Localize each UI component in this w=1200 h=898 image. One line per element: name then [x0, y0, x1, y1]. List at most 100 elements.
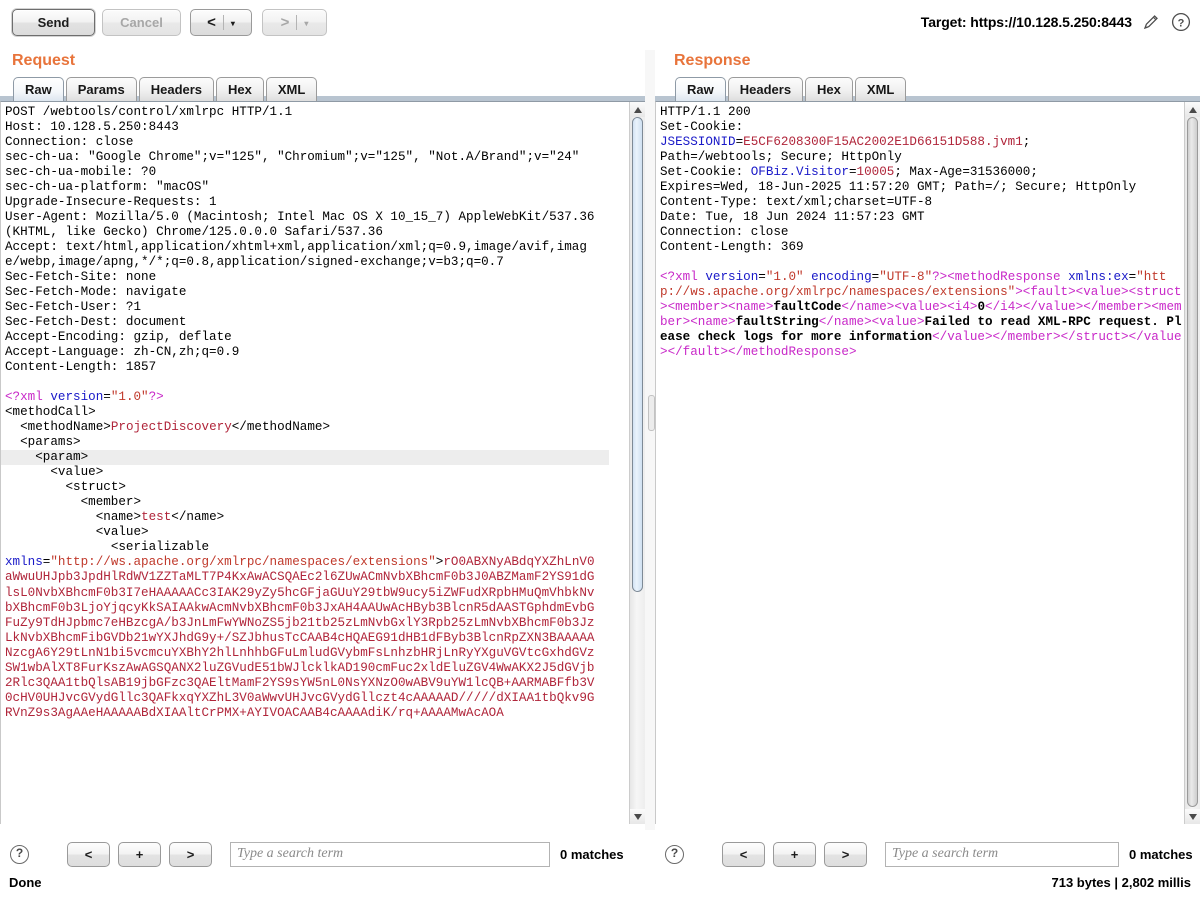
tab-request-headers[interactable]: Headers	[138, 77, 215, 101]
request-scroll-thumb[interactable]	[632, 117, 643, 592]
response-search-prev-button[interactable]: <	[722, 841, 765, 867]
xml-decl-eq: =	[103, 390, 111, 405]
response-content-type: Content-Type: text/xml;charset=UTF-8	[660, 195, 933, 210]
request-scroll-track[interactable]	[630, 117, 645, 809]
response-raw-text[interactable]: HTTP/1.1 200 Set-Cookie: JSESSIONID=E5CF…	[660, 105, 1185, 360]
resp-decl-open: <?xml	[660, 270, 706, 285]
tab-request-xml[interactable]: XML	[265, 77, 318, 101]
request-panel: Request Raw Params Headers Hex XML POST …	[0, 50, 645, 824]
jsessionid-key: JSESSIONID	[660, 135, 736, 150]
val2-open: <value>	[871, 315, 925, 330]
request-viewer[interactable]: POST /webtools/control/xmlrpc HTTP/1.1 H…	[0, 101, 645, 824]
response-search-add-button[interactable]: +	[773, 841, 816, 867]
resp-decl-encoding-attr: encoding	[803, 270, 872, 285]
struct-open: <struct>	[5, 480, 126, 495]
response-search-input[interactable]	[885, 841, 1119, 867]
pencil-icon[interactable]	[1141, 12, 1161, 32]
val2-close: </value>	[932, 330, 993, 345]
member2-close: </member>	[992, 330, 1061, 345]
history-forward-button[interactable]: > ▾	[262, 9, 327, 36]
status-text: Done	[9, 875, 42, 890]
question-icon[interactable]: ?	[665, 844, 684, 864]
resp-decl-version-attr: version	[705, 270, 759, 285]
i4-close: </i4>	[985, 300, 1023, 315]
target-area: Target: https://10.128.5.250:8443 ?	[921, 9, 1192, 35]
response-connection: Connection: close	[660, 225, 789, 240]
question-icon[interactable]: ?	[10, 844, 29, 864]
tab-response-raw[interactable]: Raw	[675, 77, 726, 101]
request-search-next-button[interactable]: >	[169, 841, 212, 867]
member-open: <member>	[667, 300, 729, 315]
serializable-open: <serializable	[5, 540, 210, 555]
response-content-length: Content-Length: 369	[660, 240, 804, 255]
tab-request-hex[interactable]: Hex	[216, 77, 264, 101]
resp-decl-close: ?>	[932, 270, 948, 285]
tab-response-headers[interactable]: Headers	[727, 77, 804, 101]
request-searchbar: ? < + > 0 matches	[0, 838, 645, 870]
methodresponse-open: <methodResponse	[947, 270, 1069, 285]
tab-response-xml[interactable]: XML	[854, 77, 907, 101]
methodname-close: </methodName>	[231, 420, 330, 435]
name-value: test	[141, 510, 172, 525]
setcookie-label: Set-Cookie:	[660, 120, 744, 135]
request-raw-text[interactable]: POST /webtools/control/xmlrpc HTTP/1.1 H…	[1, 105, 609, 721]
val-close: </value>	[1022, 300, 1084, 315]
scroll-down-icon[interactable]	[1185, 809, 1200, 824]
chevron-down-icon[interactable]: ▾	[224, 11, 235, 36]
tab-request-params[interactable]: Params	[65, 77, 137, 101]
inner-value-open: <value>	[5, 525, 149, 540]
name-open: <name>	[728, 300, 774, 315]
response-search-next-button[interactable]: >	[824, 841, 867, 867]
status-bar: Done 713 bytes | 2,802 millis	[0, 872, 1200, 898]
tab-request-raw[interactable]: Raw	[13, 77, 64, 101]
member-close: </member>	[1083, 300, 1152, 315]
resp-decl-encoding-val: "UTF-8"	[879, 270, 933, 285]
name-close: </name>	[171, 510, 225, 525]
panel-splitter[interactable]	[645, 50, 655, 830]
xml-decl-attr: version	[50, 390, 104, 405]
response-viewer[interactable]: HTTP/1.1 200 Set-Cookie: JSESSIONID=E5CF…	[655, 101, 1200, 824]
request-search-prev-button[interactable]: <	[67, 841, 110, 867]
scroll-up-icon[interactable]	[1185, 102, 1200, 117]
history-back-button[interactable]: < ▾	[190, 9, 252, 36]
jsessionid-eq: =	[735, 135, 744, 150]
cookie-attrs-2: Expires=Wed, 18-Jun-2025 11:57:20 GMT; P…	[660, 180, 1137, 195]
response-scroll-track[interactable]	[1185, 117, 1200, 809]
request-search-add-button[interactable]: +	[118, 841, 161, 867]
ofbiz-visitor-key: OFBiz.Visitor	[750, 165, 849, 180]
question-icon[interactable]: ?	[1170, 11, 1192, 33]
scroll-up-icon[interactable]	[630, 102, 645, 117]
scroll-down-icon[interactable]	[630, 809, 645, 824]
splitter-grip[interactable]	[648, 395, 655, 431]
resp-gt: >	[1015, 285, 1023, 300]
response-scroll-thumb[interactable]	[1187, 117, 1198, 807]
response-panel: Response Raw Headers Hex XML HTTP/1.1 20…	[655, 50, 1200, 824]
request-scrollbar[interactable]	[629, 102, 645, 824]
svg-text:?: ?	[1178, 17, 1185, 29]
send-button[interactable]: Send	[12, 9, 95, 36]
faultstring-value: faultString	[735, 315, 819, 330]
setcookie2-label: Set-Cookie:	[660, 165, 751, 180]
request-search-input[interactable]	[230, 841, 550, 867]
chevron-down-icon[interactable]: ▾	[297, 11, 308, 36]
xml-decl-open: <?xml	[5, 390, 51, 405]
value-open: <value>	[5, 465, 104, 480]
tab-response-hex[interactable]: Hex	[805, 77, 853, 101]
jsessionid-value: E5CF6208300F15AC2002E1D66151D588.jvm1	[743, 135, 1023, 150]
request-match-count: 0 matches	[560, 846, 624, 862]
cookie-attrs-1: Path=/webtools; Secure; HttpOnly	[660, 150, 902, 165]
faultcode-value: faultCode	[773, 300, 842, 315]
cancel-button[interactable]: Cancel	[102, 9, 181, 36]
target-label: Target: https://10.128.5.250:8443	[920, 14, 1132, 30]
response-scrollbar[interactable]	[1184, 102, 1200, 824]
response-searchbar: ? < + > 0 matches	[655, 838, 1200, 870]
response-size-timing: 713 bytes | 2,802 millis	[1051, 875, 1191, 890]
resp-decl-version-val: "1.0"	[765, 270, 804, 285]
xml-decl-val: "1.0"	[110, 390, 149, 405]
burp-repeater-window: Send Cancel < ▾ > ▾ Target: https://10.1…	[0, 0, 1200, 898]
name2-close: </name>	[818, 315, 872, 330]
xmlns-value: "http://ws.apache.org/xmlrpc/namespaces/…	[50, 555, 436, 570]
i4-value: 0	[977, 300, 986, 315]
response-date: Date: Tue, 18 Jun 2024 11:57:23 GMT	[660, 210, 925, 225]
ofbiz-tail: ; Max-Age=31536000;	[894, 165, 1038, 180]
